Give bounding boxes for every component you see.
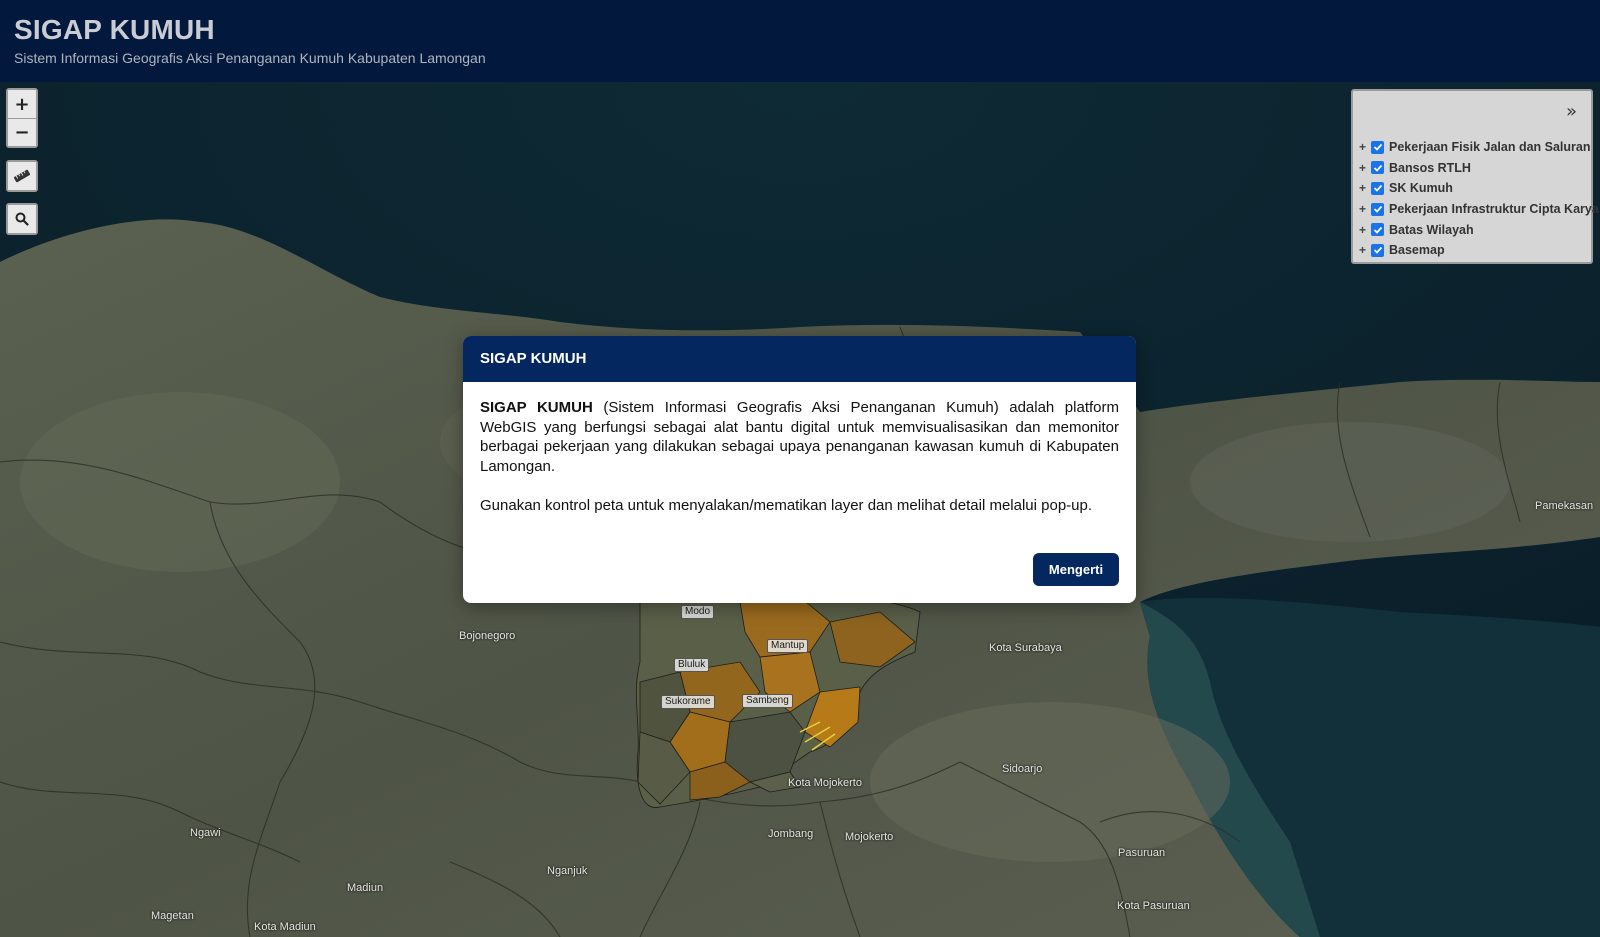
modal-intro: SIGAP KUMUH (Sistem Informasi Geografis … — [480, 398, 1119, 476]
measure-control — [6, 160, 38, 192]
check-icon — [1373, 185, 1382, 193]
kecamatan-label: Sambeng — [742, 694, 793, 708]
layer-label: Bansos RTLH — [1389, 160, 1471, 175]
place-label: Kota Pasuruan — [1117, 900, 1190, 912]
layer-checkbox[interactable] — [1371, 223, 1384, 237]
modal-body: SIGAP KUMUH (Sistem Informasi Geografis … — [463, 382, 1136, 516]
modal-hint: Gunakan kontrol peta untuk menyalakan/me… — [480, 497, 1093, 515]
layer-checkbox[interactable] — [1371, 181, 1384, 195]
place-label: Nganjuk — [547, 865, 588, 877]
place-label: Bojonegoro — [459, 630, 516, 642]
layer-item[interactable]: + Pekerjaan Fisik Jalan dan Saluran — [1359, 137, 1599, 158]
check-icon — [1373, 205, 1382, 213]
expand-icon[interactable]: + — [1359, 181, 1369, 195]
layer-switcher: » + Pekerjaan Fisik Jalan dan Saluran + … — [1351, 89, 1599, 264]
search-control — [6, 203, 38, 235]
check-icon — [1373, 226, 1382, 234]
layer-label: Basemap — [1389, 243, 1445, 258]
zoom-control: + − — [6, 88, 38, 148]
info-modal: SIGAP KUMUH SIGAP KUMUH (Sistem Informas… — [463, 336, 1136, 603]
expand-icon[interactable]: + — [1359, 243, 1369, 257]
place-label: Pamekasan — [1535, 500, 1594, 512]
check-icon — [1373, 144, 1382, 152]
kecamatan-label: Bluluk — [674, 658, 710, 672]
collapse-panel-button[interactable]: » — [1566, 101, 1577, 122]
modal-title: SIGAP KUMUH — [463, 336, 1136, 382]
place-label: Magetan — [151, 910, 194, 922]
kecamatan-label: Sukorame — [661, 695, 715, 709]
place-label: Mojokerto — [845, 831, 894, 843]
layer-checkbox[interactable] — [1371, 140, 1384, 154]
layer-checkbox[interactable] — [1371, 243, 1384, 257]
layer-list: + Pekerjaan Fisik Jalan dan Saluran + Ba… — [1359, 137, 1599, 261]
expand-icon[interactable]: + — [1359, 202, 1369, 216]
place-label: Ngawi — [190, 827, 221, 839]
app-header: SIGAP KUMUH Sistem Informasi Geografis A… — [0, 0, 1600, 82]
kecamatan-label: Mantup — [767, 639, 809, 653]
kecamatan-label: Modo — [681, 605, 715, 619]
check-icon — [1373, 247, 1382, 255]
zoom-out-button[interactable]: − — [8, 118, 36, 146]
search-button[interactable] — [8, 205, 36, 233]
expand-icon[interactable]: + — [1359, 223, 1369, 237]
place-label: Kota Madiun — [254, 921, 316, 933]
layer-label: Pekerjaan Fisik Jalan dan Saluran — [1389, 140, 1591, 155]
layer-label: SK Kumuh — [1389, 181, 1453, 196]
place-label: Kota Surabaya — [989, 642, 1062, 654]
measure-button[interactable] — [8, 162, 36, 190]
layer-item[interactable]: + SK Kumuh — [1359, 178, 1599, 199]
app-title: SIGAP KUMUH — [14, 14, 215, 45]
expand-icon[interactable]: + — [1359, 140, 1369, 154]
zoom-in-button[interactable]: + — [8, 90, 36, 118]
place-label: Madiun — [347, 882, 384, 894]
layer-checkbox[interactable] — [1371, 161, 1384, 175]
layer-item[interactable]: + Pekerjaan Infrastruktur Cipta Karya — [1359, 199, 1599, 220]
layer-item[interactable]: + Basemap — [1359, 240, 1599, 261]
place-label: Kota Mojokerto — [788, 777, 862, 789]
app-subtitle: Sistem Informasi Geografis Aksi Penangan… — [14, 50, 486, 66]
ruler-icon — [13, 169, 31, 183]
place-label: Pasuruan — [1118, 847, 1166, 859]
expand-icon[interactable]: + — [1359, 161, 1369, 175]
place-label: Jombang — [768, 828, 814, 840]
layer-checkbox[interactable] — [1371, 202, 1384, 216]
place-label: Sidoarjo — [1002, 763, 1043, 775]
layer-label: Pekerjaan Infrastruktur Cipta Karya — [1389, 202, 1599, 217]
layer-item[interactable]: + Batas Wilayah — [1359, 219, 1599, 240]
search-icon — [15, 212, 29, 226]
modal-intro-bold: SIGAP KUMUH — [480, 399, 593, 416]
check-icon — [1373, 164, 1382, 172]
understand-button[interactable]: Mengerti — [1033, 553, 1119, 586]
layer-item[interactable]: + Bansos RTLH — [1359, 158, 1599, 179]
layer-label: Batas Wilayah — [1389, 222, 1474, 237]
